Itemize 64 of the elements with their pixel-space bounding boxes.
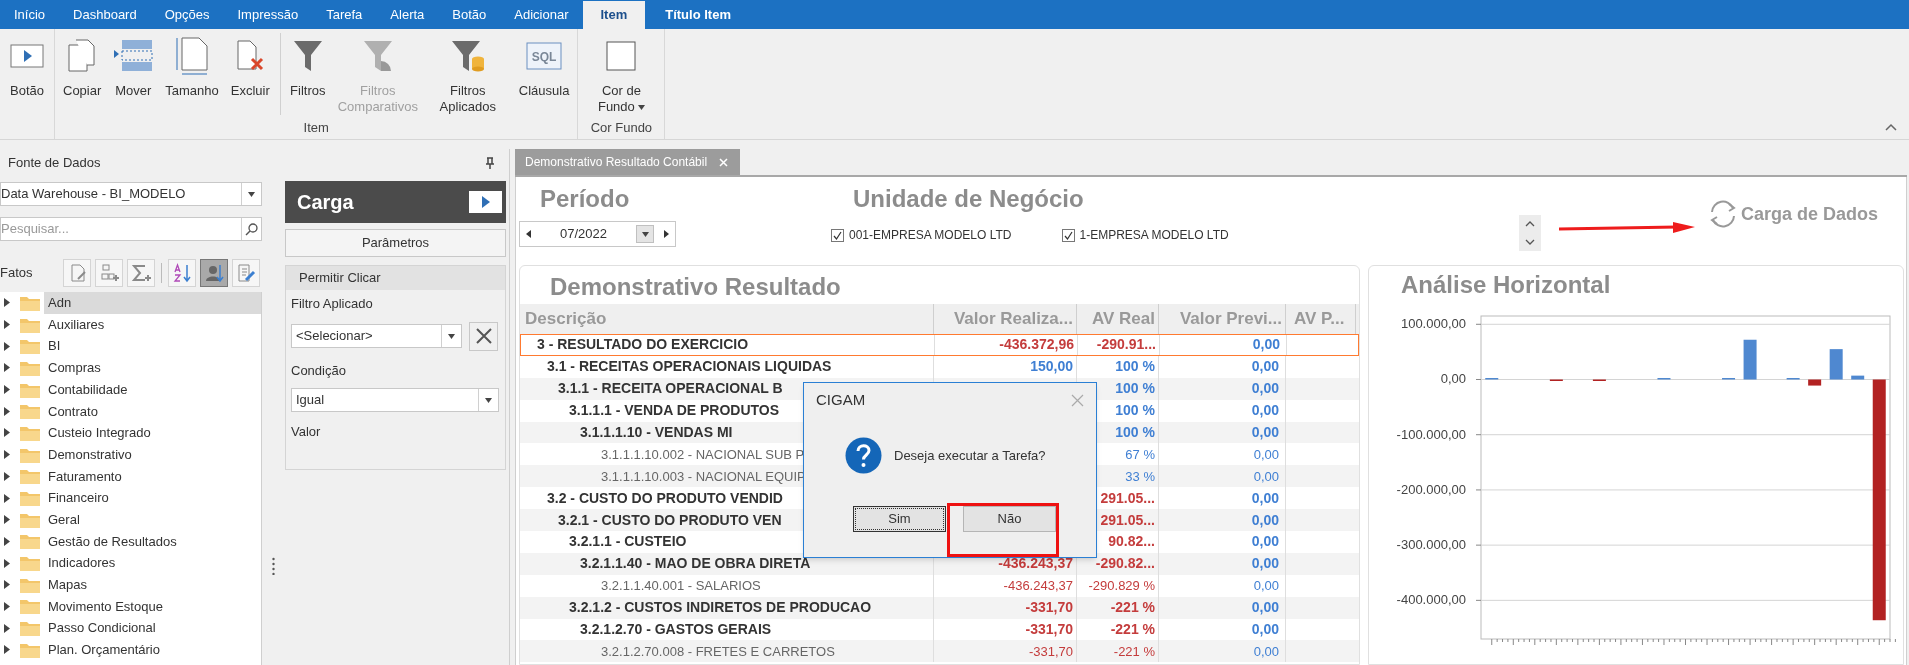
table-cell-text: 0,00 — [1253, 577, 1279, 595]
table-cell-text: 0,00 — [1253, 445, 1279, 464]
load-title: Carga — [297, 190, 354, 215]
table-cell-text: 100 % — [1115, 423, 1155, 442]
table-cell-text: 100 % — [1115, 357, 1155, 377]
table-title: Demonstrativo Resultado — [549, 272, 842, 302]
business-unit-title: Unidade de Negócio — [853, 184, 1085, 214]
table-cell-text: 100 % — [1115, 401, 1155, 421]
table-cell-text: 150,00 — [1030, 357, 1073, 377]
panel-title: Fonte de Dados — [8, 154, 101, 173]
section-label: Fatos — [0, 264, 34, 283]
sql-icon: SQL — [526, 42, 563, 70]
table-cell-text: -331,70 — [1025, 598, 1073, 618]
field-label: Condição — [291, 361, 347, 380]
table-cell-text: 0,00 — [1251, 620, 1279, 639]
table-cell-text: -221 % — [1110, 620, 1155, 639]
table-cell: 3.2.1.2 - CUSTOS INDIRETOS DE PRODUCAO — [520, 596, 934, 619]
axis-label: -200.000,00 — [1396, 481, 1466, 497]
axis-label: -100.000,00 — [1396, 426, 1466, 442]
chart-title: Análise Horizontal — [1400, 270, 1612, 300]
period-title: Período — [540, 184, 631, 214]
checkbox-label: 1-EMPRESA MODELO LTD — [1079, 227, 1229, 244]
table-cell-text: -436.372,96 — [999, 335, 1074, 355]
table-cell-text: -436.243,37 — [1003, 577, 1073, 595]
table-cell-text: -331,70 — [1025, 620, 1073, 639]
axis-label: -400.000,00 — [1396, 592, 1466, 608]
table-cell: 3.2.1.2.70.008 - FRETES E CARRETOS — [520, 640, 934, 663]
table-cell-text: -290.82... — [1095, 554, 1155, 574]
table-cell-text: 67 % — [1125, 445, 1155, 464]
ribbon-group-label: Cor Fundo — [589, 118, 654, 137]
table-cell-text: 33 % — [1125, 467, 1155, 486]
table-cell-text: 0,00 — [1251, 423, 1279, 442]
checkbox-label: 001-EMPRESA MODELO LTD — [849, 227, 1012, 244]
table-cell-text: -436.243,37 — [998, 554, 1073, 574]
field-label: Filtro Aplicado — [291, 295, 374, 313]
field-label: Valor — [291, 423, 322, 441]
table-cell-text: 0,00 — [1251, 510, 1279, 530]
table-cell-text: 0,00 — [1251, 532, 1279, 552]
group-header: Permitir Clicar — [286, 266, 505, 290]
table-cell-text: 0,00 — [1251, 379, 1279, 399]
axis-label: 100.000,00 — [1400, 316, 1466, 332]
table-cell-text: 0,00 — [1251, 554, 1279, 574]
table-cell: 3.2.1.1.40.001 - SALARIOS — [520, 574, 934, 597]
table-cell-text: 0,00 — [1251, 357, 1279, 377]
axis-label: -300.000,00 — [1396, 537, 1466, 553]
table-cell-text: 90.82... — [1108, 532, 1155, 552]
table-cell-text: 100 % — [1115, 379, 1155, 399]
ribbon-group-label: Item — [302, 118, 330, 137]
table-cell-text: 0,00 — [1251, 598, 1279, 618]
table-cell: 3 - RESULTADO DO EXERCICIO — [521, 335, 935, 355]
table-cell-text: -290.829 % — [1088, 577, 1155, 595]
table-cell: 3.1 - RECEITAS OPERACIONAIS LIQUIDAS — [520, 355, 934, 378]
table-cell-text: -221 % — [1113, 642, 1155, 661]
table-cell-text: -221 % — [1110, 598, 1155, 618]
table-cell-text: 291.05... — [1100, 510, 1155, 530]
table-cell-text: 0,00 — [1253, 467, 1279, 486]
axis-label: 0,00 — [1440, 371, 1466, 387]
table-cell-text: 0,00 — [1253, 642, 1279, 661]
table-cell-text: 291.05... — [1100, 488, 1155, 508]
table-cell-text: 0,00 — [1251, 488, 1279, 508]
table-cell-text: -290.91... — [1096, 335, 1156, 355]
table-cell-text: 0,00 — [1251, 401, 1279, 421]
table-cell-text: -331,70 — [1028, 642, 1073, 661]
table-cell-text: 0,00 — [1252, 335, 1280, 355]
